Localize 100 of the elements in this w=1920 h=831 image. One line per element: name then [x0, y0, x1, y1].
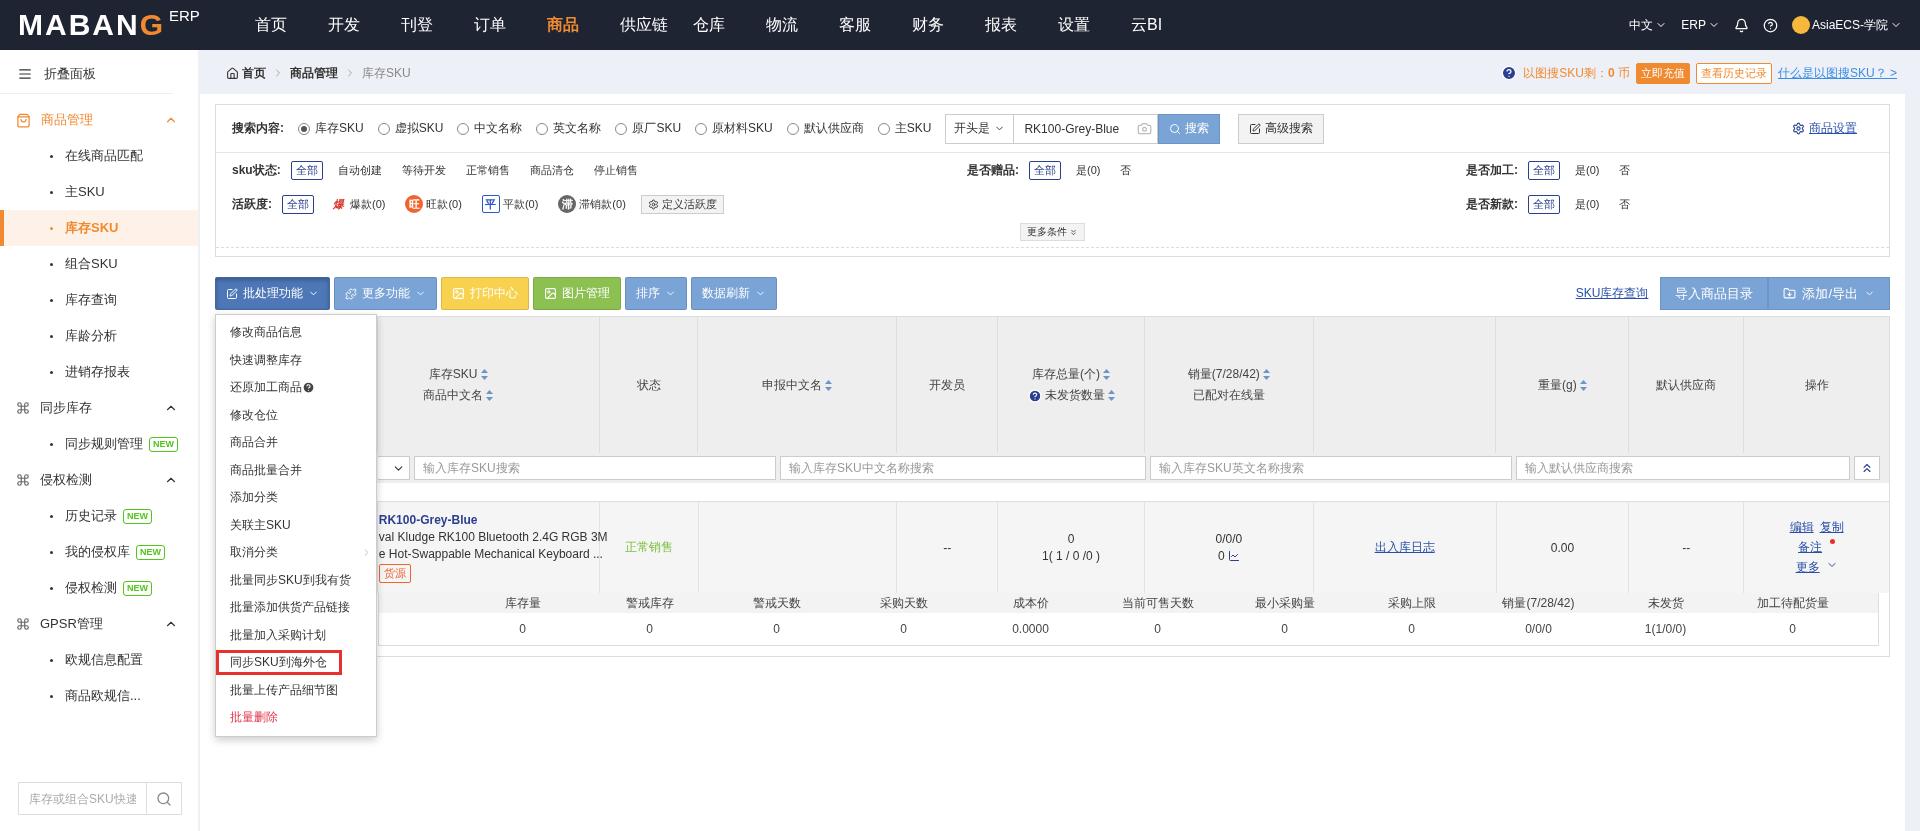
user-menu[interactable]: AsiaECS-学院	[1792, 16, 1902, 34]
radio-option[interactable]: 库存SKU	[298, 120, 364, 137]
sku-stock-query-link[interactable]: SKU库存查询	[1575, 285, 1649, 302]
nav-item[interactable]: 客服	[839, 14, 912, 36]
nav-item[interactable]: 商品	[547, 14, 620, 36]
sidebar-item[interactable]: 进销存报表	[0, 354, 198, 390]
help-icon[interactable]	[1501, 65, 1518, 81]
breadcrumb-item[interactable]: 商品管理	[290, 64, 338, 82]
menu-item[interactable]: 快速调整库存	[216, 346, 376, 374]
edit-link[interactable]: 编辑	[1789, 519, 1814, 536]
radio-option[interactable]: 虚拟SKU	[377, 120, 444, 137]
sidebar-item[interactable]: 欧规信息配置	[0, 642, 198, 678]
sort-icon[interactable]	[1262, 369, 1270, 380]
sort-icon[interactable]	[480, 369, 488, 380]
radio-option[interactable]: 默认供应商	[786, 120, 864, 137]
sidebar-item[interactable]: 我的侵权库 NEW	[0, 534, 198, 570]
sidebar-item[interactable]: 库存查询	[0, 282, 198, 318]
define-activity-button[interactable]: 定义活跃度	[640, 194, 724, 214]
sidebar-item[interactable]: 组合SKU	[0, 246, 198, 282]
menu-item[interactable]: 修改仓位	[216, 401, 376, 429]
column-filter-input[interactable]: 输入库存SKU搜索	[414, 456, 776, 480]
nav-item[interactable]: 订单	[474, 14, 547, 36]
menu-item[interactable]: 批量上传产品细节图	[216, 676, 376, 704]
sidebar-item[interactable]: 历史记录 NEW	[0, 498, 198, 534]
sort-icon[interactable]	[1103, 369, 1110, 380]
menu-item[interactable]: 修改商品信息	[216, 319, 376, 347]
nav-item[interactable]: 设置	[1058, 14, 1131, 36]
menu-item[interactable]: 商品合并	[216, 429, 376, 457]
help-icon[interactable]	[1027, 388, 1042, 403]
breadcrumb-item[interactable]: 首页	[226, 64, 266, 82]
filter-option[interactable]: 正常销售	[460, 160, 515, 180]
filter-option[interactable]: 全部	[1528, 160, 1560, 180]
menu-item[interactable]: 批量添加供货产品链接	[216, 594, 376, 622]
nav-item[interactable]: 供应链	[620, 14, 693, 36]
sort-icon[interactable]	[1107, 390, 1115, 401]
radio-option[interactable]: 英文名称	[536, 120, 602, 137]
collapse-panel-button[interactable]: 折叠面板	[0, 54, 173, 94]
filter-option[interactable]: 全部	[290, 160, 323, 180]
filter-option[interactable]: 是(0)	[1570, 160, 1605, 180]
more-link[interactable]: 更多	[1795, 559, 1820, 576]
filter-option[interactable]: 旺 旺款(0)	[400, 193, 467, 215]
filter-option[interactable]: 平 平款(0)	[476, 193, 544, 215]
radio-option[interactable]: 中文名称	[457, 120, 523, 137]
nav-item[interactable]: 仓库	[693, 14, 766, 36]
nav-item[interactable]: 开发	[328, 14, 401, 36]
filter-option[interactable]: 停止销售	[588, 160, 643, 180]
select-field[interactable]	[378, 456, 410, 480]
menu-item[interactable]: 添加分类	[216, 484, 376, 512]
filter-option[interactable]: 等待开发	[396, 160, 451, 180]
filter-option[interactable]: 否	[1115, 160, 1137, 180]
copy-link[interactable]: 复制	[1819, 519, 1844, 536]
nav-item[interactable]: 云BI	[1131, 14, 1204, 36]
menu-item[interactable]: 批量删除	[216, 704, 376, 732]
sidebar-item[interactable]: 商品欧规信...	[0, 678, 198, 714]
note-link[interactable]: 备注	[1798, 539, 1823, 556]
sidebar-item[interactable]: 侵权检测 NEW	[0, 570, 198, 606]
nav-item[interactable]: 物流	[766, 14, 839, 36]
filter-option[interactable]: 否	[1614, 160, 1636, 180]
column-filter-input[interactable]: 输入默认供应商搜索	[1516, 456, 1850, 480]
sort-icon[interactable]	[1579, 379, 1587, 391]
toolbar-button[interactable]: 批处理功能	[215, 277, 330, 310]
menu-item[interactable]: 还原加工商品	[216, 374, 376, 402]
menu-item[interactable]: 同步SKU到海外仓	[216, 649, 376, 677]
nav-item[interactable]: 刊登	[401, 14, 474, 36]
filter-option[interactable]: 全部	[282, 194, 314, 214]
radio-option[interactable]: 主SKU	[877, 120, 932, 137]
sku-link[interactable]: RK100-Grey-Blue	[378, 512, 478, 527]
language-menu[interactable]: 中文	[1629, 16, 1668, 34]
sidebar-item[interactable]: 同步规则管理 NEW	[0, 426, 198, 462]
menu-item[interactable]: 商品批量合并	[216, 456, 376, 484]
match-mode-dropdown[interactable]: 开头是	[945, 113, 1015, 144]
filter-option[interactable]: 全部	[1029, 160, 1061, 180]
filter-option[interactable]: 是(0)	[1071, 160, 1106, 180]
filter-option[interactable]: 爆 爆款(0)	[324, 193, 391, 215]
nav-item[interactable]: 首页	[255, 14, 328, 36]
collapse-filters-button[interactable]	[1854, 456, 1880, 480]
radio-option[interactable]: 原材料SKU	[695, 120, 773, 137]
filter-option[interactable]: 自动创建	[332, 160, 387, 180]
notification-icon[interactable]	[1734, 17, 1749, 33]
filter-option[interactable]: 否	[1614, 194, 1636, 214]
camera-icon[interactable]	[1137, 120, 1153, 136]
sidebar-group[interactable]: GPSR管理	[0, 606, 198, 642]
column-filter-input[interactable]: 输入库存SKU英文名称搜索	[1150, 456, 1512, 480]
sidebar-group[interactable]: 同步库存	[0, 390, 198, 426]
advanced-search-button[interactable]: 高级搜索	[1238, 113, 1325, 144]
system-menu[interactable]: ERP	[1681, 18, 1720, 32]
stock-log-link[interactable]: 出入库日志	[1374, 539, 1435, 556]
sort-icon[interactable]	[486, 390, 494, 401]
menu-item[interactable]: 批量同步SKU到我有货	[216, 566, 376, 594]
sort-icon[interactable]	[825, 379, 833, 391]
filter-option[interactable]: 商品清仓	[524, 160, 579, 180]
menu-item[interactable]: 取消分类	[216, 539, 376, 567]
help-icon[interactable]	[1763, 17, 1778, 33]
nav-item[interactable]: 财务	[912, 14, 985, 36]
search-button[interactable]	[147, 782, 182, 815]
menu-item[interactable]: 关联主SKU	[216, 511, 376, 539]
filter-option[interactable]: 是(0)	[1570, 194, 1605, 214]
menu-item[interactable]: 批量加入采购计划	[216, 621, 376, 649]
radio-option[interactable]: 原厂SKU	[615, 120, 682, 137]
sidebar-item[interactable]: 在线商品匹配	[0, 138, 198, 174]
